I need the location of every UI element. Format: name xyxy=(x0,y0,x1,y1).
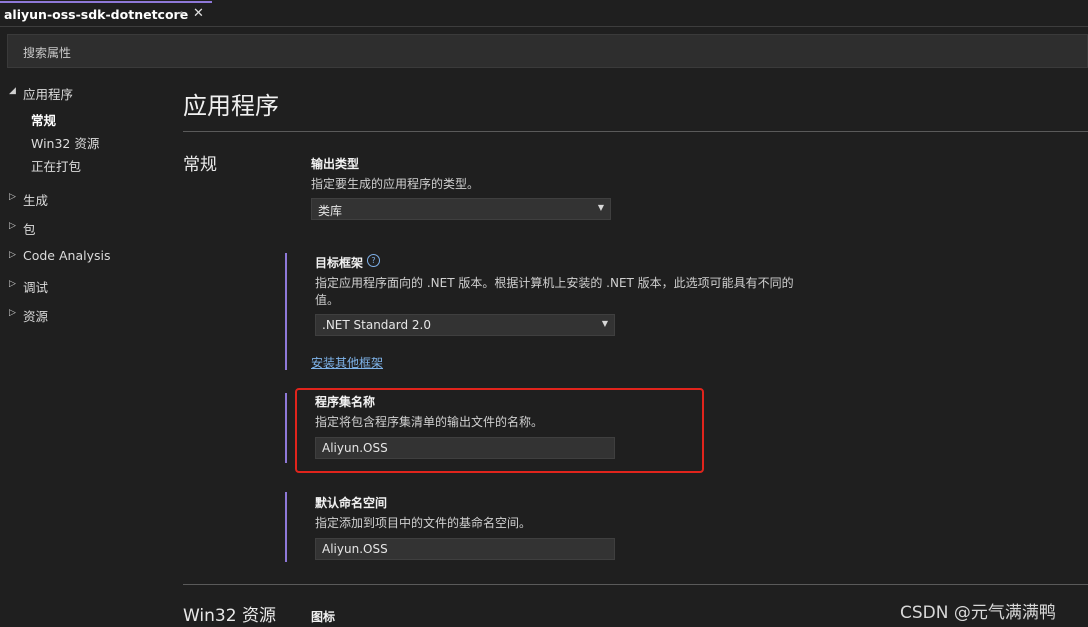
help-icon[interactable]: ? xyxy=(367,254,380,267)
output-type-value: 类库 xyxy=(318,204,343,218)
icon-label: 图标 xyxy=(311,610,336,624)
nav-item-resources[interactable]: 资源 xyxy=(23,306,48,325)
collapsed-triangle-icon[interactable]: ▷ xyxy=(9,192,16,202)
output-type-description: 指定要生成的应用程序的类型。 xyxy=(311,177,480,191)
output-type-dropdown[interactable]: 类库 ▼ xyxy=(311,198,611,220)
default-namespace-value: Aliyun.OSS xyxy=(322,542,388,556)
modified-indicator-bar xyxy=(285,253,287,370)
section-title-general: 常规 xyxy=(183,155,217,175)
target-framework-value: .NET Standard 2.0 xyxy=(322,318,432,332)
chevron-down-icon: ▼ xyxy=(601,319,608,328)
search-properties-input[interactable]: 搜索属性 xyxy=(7,34,1088,68)
document-tab-strip: aliyun-oss-sdk-dotnetcore ⊸ ✕ xyxy=(0,0,1088,27)
default-namespace-label: 默认命名空间 xyxy=(315,496,388,510)
collapsed-triangle-icon[interactable]: ▷ xyxy=(9,250,16,260)
section-title-win32: Win32 资源 xyxy=(183,606,276,626)
target-framework-label: 目标框架 xyxy=(315,256,364,270)
target-framework-dropdown[interactable]: .NET Standard 2.0 ▼ xyxy=(315,314,615,336)
nav-item-general[interactable]: 常规 xyxy=(31,110,56,129)
nav-item-code-analysis[interactable]: Code Analysis xyxy=(23,248,110,263)
nav-item-application[interactable]: 应用程序 xyxy=(23,84,73,103)
modified-indicator-bar xyxy=(285,393,287,463)
collapsed-triangle-icon[interactable]: ▷ xyxy=(9,221,16,231)
target-framework-description: 指定应用程序面向的 .NET 版本。根据计算机上安装的 .NET 版本，此选项可… xyxy=(315,276,794,307)
pin-icon[interactable]: ⊸ xyxy=(175,9,185,19)
search-placeholder: 搜索属性 xyxy=(23,46,72,60)
watermark: CSDN @元气满满鸭 xyxy=(900,603,1056,623)
install-other-frameworks-link[interactable]: 安装其他框架 xyxy=(311,354,383,371)
close-icon[interactable]: ✕ xyxy=(193,7,205,21)
tab-title: aliyun-oss-sdk-dotnetcore xyxy=(4,7,189,22)
modified-indicator-bar xyxy=(285,492,287,562)
document-tab[interactable]: aliyun-oss-sdk-dotnetcore ⊸ ✕ xyxy=(0,1,212,25)
collapsed-triangle-icon[interactable]: ▷ xyxy=(9,308,16,318)
nav-item-packaging[interactable]: 正在打包 xyxy=(31,156,81,175)
nav-item-win32-resources[interactable]: Win32 资源 xyxy=(31,133,99,152)
collapsed-triangle-icon[interactable]: ▷ xyxy=(9,279,16,289)
default-namespace-input[interactable]: Aliyun.OSS xyxy=(315,538,615,560)
section-divider xyxy=(183,584,1088,585)
nav-item-package[interactable]: 包 xyxy=(23,219,36,238)
highlight-box xyxy=(295,388,704,473)
expanded-triangle-icon[interactable]: ◢ xyxy=(9,86,16,96)
chevron-down-icon: ▼ xyxy=(597,203,604,212)
project-properties-window: aliyun-oss-sdk-dotnetcore ⊸ ✕ 搜索属性 ◢ 应用程… xyxy=(0,0,1088,627)
title-divider xyxy=(183,131,1088,132)
nav-item-debug[interactable]: 调试 xyxy=(23,277,48,296)
output-type-label: 输出类型 xyxy=(311,157,360,171)
default-namespace-description: 指定添加到项目中的文件的基命名空间。 xyxy=(315,516,532,530)
nav-item-build[interactable]: 生成 xyxy=(23,190,48,209)
page-title: 应用程序 xyxy=(183,92,279,120)
